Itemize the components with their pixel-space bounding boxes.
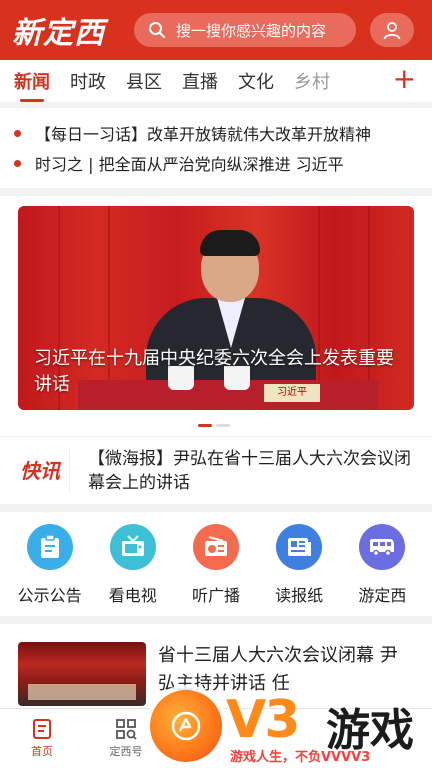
service-label: 看电视 bbox=[108, 586, 157, 605]
service-label: 读报纸 bbox=[275, 586, 324, 605]
service-radio[interactable]: 听广播 bbox=[177, 524, 255, 616]
service-label: 游定西 bbox=[358, 586, 407, 605]
pager-dot-active[interactable] bbox=[198, 424, 212, 427]
service-tv[interactable]: 看电视 bbox=[94, 524, 172, 616]
thumbnail-stage bbox=[28, 684, 136, 700]
nav-home[interactable]: 首页 bbox=[12, 717, 72, 759]
watermark-slogan: 游戏人生，不负VVVV3 bbox=[230, 750, 371, 765]
user-button[interactable] bbox=[370, 13, 414, 47]
grid-search-icon bbox=[116, 719, 137, 740]
speaker-hair bbox=[200, 230, 260, 256]
service-label: 公示公告 bbox=[17, 586, 82, 605]
nav-label: 首页 bbox=[31, 745, 53, 758]
carousel-pager bbox=[198, 424, 234, 427]
tv-icon bbox=[109, 524, 156, 570]
tab-counties[interactable]: 县区 bbox=[126, 68, 162, 94]
tab-news[interactable]: 新闻 bbox=[14, 68, 50, 102]
watermark-logo-icon bbox=[150, 690, 222, 762]
add-channel-button[interactable]: + bbox=[393, 64, 416, 94]
channel-tabs: 新闻 时政 县区 直播 文化 乡村 + bbox=[0, 60, 432, 102]
flash-news[interactable]: 快讯 【微海报】尹弘在省十三届人大六次会议闭幕会上的讲话 bbox=[0, 436, 432, 504]
watermark-brand: V3 bbox=[226, 690, 300, 750]
nav-label: 定西号 bbox=[109, 745, 143, 758]
bullet-dot-icon bbox=[14, 159, 21, 167]
bus-icon bbox=[359, 524, 406, 570]
headline-item[interactable]: 【每日一习话】改革开放铸就伟大改革开放精神 bbox=[14, 118, 418, 148]
tab-culture[interactable]: 文化 bbox=[238, 68, 274, 94]
service-newspaper[interactable]: 读报纸 bbox=[260, 524, 338, 616]
radio-icon bbox=[192, 524, 239, 570]
flash-news-logo: 快讯 bbox=[18, 448, 70, 493]
tab-live[interactable]: 直播 bbox=[182, 68, 218, 94]
app-screen: 新定西 搜一搜你感兴趣的内容 新闻 时政 县区 直播 文化 乡村 + 【每日一习… bbox=[0, 0, 432, 768]
banner-carousel[interactable]: 习近平 习近平在十九届中央纪委六次全会上发表重要讲话 bbox=[18, 206, 414, 410]
flash-news-text: 【微海报】尹弘在省十三届人大六次会议闭幕会上的讲话 bbox=[88, 448, 411, 493]
pager-dot[interactable] bbox=[216, 424, 230, 427]
banner-caption: 习近平在十九届中央纪委六次全会上发表重要讲话 bbox=[34, 348, 394, 395]
headline-text: 【每日一习话】改革开放铸就伟大改革开放精神 bbox=[35, 125, 372, 144]
bullet-dot-icon bbox=[14, 129, 21, 137]
app-header: 新定西 搜一搜你感兴趣的内容 bbox=[0, 0, 432, 60]
nav-dingxi-hao[interactable]: 定西号 bbox=[96, 717, 156, 759]
search-icon bbox=[149, 22, 165, 38]
home-icon bbox=[33, 719, 51, 739]
tab-rural[interactable]: 乡村 bbox=[294, 68, 330, 94]
headline-item[interactable]: 时习之 | 把全面从严治党向纵深推进 习近平 bbox=[14, 148, 418, 178]
search-placeholder: 搜一搜你感兴趣的内容 bbox=[176, 21, 327, 40]
user-icon bbox=[383, 22, 401, 40]
tab-politics[interactable]: 时政 bbox=[70, 68, 106, 94]
service-notices[interactable]: 公示公告 bbox=[11, 524, 89, 616]
news-thumbnail bbox=[18, 642, 146, 706]
search-bar[interactable]: 搜一搜你感兴趣的内容 bbox=[134, 13, 356, 47]
service-travel[interactable]: 游定西 bbox=[343, 524, 421, 616]
headline-text: 时习之 | 把全面从严治党向纵深推进 习近平 bbox=[35, 155, 344, 174]
service-grid: 公示公告 看电视 听广播 读报纸 游定西 bbox=[0, 512, 432, 616]
newspaper-icon bbox=[276, 524, 323, 570]
clipboard-icon bbox=[26, 524, 73, 570]
app-logo[interactable]: 新定西 bbox=[12, 8, 120, 52]
banner-section: 习近平 习近平在十九届中央纪委六次全会上发表重要讲话 bbox=[0, 196, 432, 436]
service-label: 听广播 bbox=[191, 586, 240, 605]
headline-list: 【每日一习话】改革开放铸就伟大改革开放精神 时习之 | 把全面从严治党向纵深推进… bbox=[0, 108, 432, 188]
